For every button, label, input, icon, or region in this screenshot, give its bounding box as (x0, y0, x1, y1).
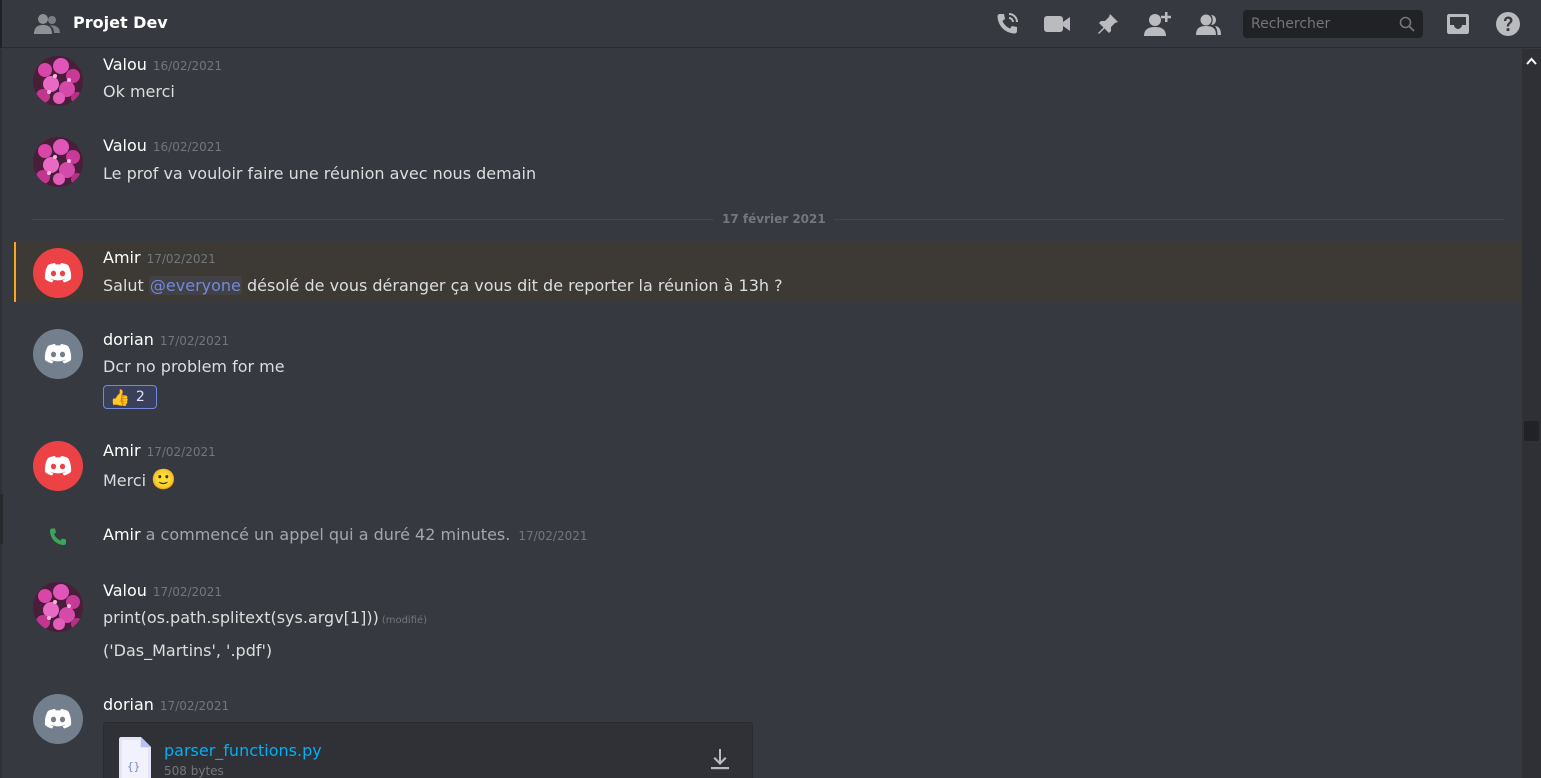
message-timestamp: 17/02/2021 (152, 585, 223, 599)
avatar[interactable] (33, 582, 83, 632)
file-attachment: {} parser_functions.py 508 bytes (103, 722, 753, 778)
channel-title: Projet Dev (73, 13, 168, 32)
add-user-icon (1144, 12, 1171, 36)
sidebar-edge (0, 0, 2, 48)
message-content: Ok merci (103, 82, 175, 101)
call-description: a commencé un appel qui a duré 42 minute… (145, 525, 511, 544)
message-timestamp: 16/02/2021 (152, 59, 223, 73)
thumbs-up-icon: 👍 (110, 387, 130, 407)
download-icon[interactable] (708, 747, 732, 771)
slightly-smiling-face-icon: 🙂 (151, 467, 177, 491)
message-author[interactable]: Valou 16/02/2021 (103, 55, 222, 74)
file-size: 508 bytes (164, 764, 224, 778)
message-author[interactable]: Amir 17/02/2021 (103, 441, 216, 460)
pin-icon (1098, 14, 1118, 34)
members-icon (1196, 14, 1221, 35)
message-text: Merci (103, 471, 147, 490)
message-timestamp: 17/02/2021 (159, 699, 230, 713)
message-author[interactable]: Amir 17/02/2021 (103, 248, 216, 267)
message-content: Le prof va vouloir faire une réunion ave… (103, 164, 537, 183)
sidebar-resize-handle (0, 494, 3, 544)
group-dm-icon (34, 14, 60, 34)
message-timestamp: 17/02/2021 (146, 445, 216, 459)
message-author[interactable]: Valou 16/02/2021 (103, 136, 222, 155)
svg-text:{}: {} (127, 760, 140, 773)
message-author[interactable]: dorian 17/02/2021 (103, 330, 229, 349)
date-divider-label: 17 février 2021 (714, 212, 834, 226)
avatar[interactable] (33, 248, 83, 298)
flower-avatar-image (33, 56, 83, 106)
flower-avatar-image (33, 137, 83, 187)
message-content: Dcr no problem for me (103, 357, 285, 376)
message-content: print(os.path.splitext(sys.argv[1])) (mod… (103, 608, 427, 627)
author-name[interactable]: dorian (103, 330, 154, 349)
everyone-mention[interactable]: @everyone (148, 276, 242, 295)
message-list: Valou 16/02/2021 Ok merci Valou 16/02/2021… (14, 49, 1522, 778)
avatar[interactable] (33, 694, 83, 744)
author-name[interactable]: Amir (103, 441, 141, 460)
member-list-button[interactable] (1194, 10, 1222, 38)
video-camera-icon (1044, 16, 1070, 32)
discord-logo-icon (44, 709, 72, 729)
discord-logo-icon (44, 263, 72, 283)
avatar[interactable] (33, 56, 83, 106)
start-voice-call-button[interactable] (993, 10, 1021, 38)
message-scrollbar[interactable] (1522, 49, 1541, 778)
message-timestamp: 17/02/2021 (518, 529, 588, 543)
message-author[interactable]: Valou 17/02/2021 (103, 581, 222, 600)
avatar[interactable] (33, 441, 83, 491)
message-content: Merci 🙂 (103, 467, 176, 491)
channel-header: Projet Dev (0, 0, 1541, 48)
author-name[interactable]: Valou (103, 581, 147, 600)
scroll-up-chevron-icon[interactable] (1526, 57, 1537, 65)
message-text: désolé de vous déranger ça vous dit de r… (241, 276, 783, 295)
edited-label: (modifié) (381, 615, 428, 626)
phone-call-icon (997, 13, 1018, 34)
inbox-button[interactable] (1444, 10, 1472, 38)
pinned-messages-button[interactable] (1094, 10, 1122, 38)
author-name[interactable]: dorian (103, 695, 154, 714)
help-button[interactable] (1494, 10, 1522, 38)
message-content: Salut @everyone désolé de vous déranger … (103, 276, 783, 295)
message-author[interactable]: dorian 17/02/2021 (103, 695, 229, 714)
add-friends-to-dm-button[interactable] (1144, 10, 1172, 38)
author-name[interactable]: Valou (103, 136, 147, 155)
message-text: print(os.path.splitext(sys.argv[1])) (103, 608, 379, 627)
search-input[interactable] (1243, 10, 1393, 38)
author-name[interactable]: Valou (103, 55, 147, 74)
inbox-icon (1447, 14, 1469, 34)
avatar[interactable] (33, 329, 83, 379)
author-name[interactable]: Amir (103, 248, 141, 267)
reaction-count: 2 (135, 389, 145, 405)
search-box[interactable] (1243, 10, 1423, 38)
phone-icon (50, 528, 66, 545)
call-content: Amir a commencé un appel qui a duré 42 m… (103, 525, 588, 544)
file-name-link[interactable]: parser_functions.py (164, 741, 322, 760)
avatar[interactable] (33, 137, 83, 187)
message-timestamp: 16/02/2021 (152, 140, 223, 154)
search-icon (1399, 16, 1415, 32)
discord-logo-icon (44, 344, 72, 364)
message-text: Salut (103, 276, 149, 295)
message-timestamp: 17/02/2021 (159, 334, 230, 348)
reaction-thumbs-up[interactable]: 👍 2 (103, 385, 157, 409)
message-timestamp: 17/02/2021 (146, 252, 216, 266)
code-file-icon: {} (119, 737, 151, 778)
help-icon (1496, 12, 1520, 36)
sidebar-border (0, 49, 2, 778)
message-content: ('Das_Martins', '.pdf') (103, 641, 273, 660)
author-name[interactable]: Amir (103, 525, 141, 544)
guild-sidebar-edge (0, 49, 14, 778)
discord-logo-icon (44, 456, 72, 476)
scrollbar-thumb[interactable] (1524, 421, 1539, 441)
flower-avatar-image (33, 582, 83, 632)
start-video-call-button[interactable] (1043, 10, 1071, 38)
